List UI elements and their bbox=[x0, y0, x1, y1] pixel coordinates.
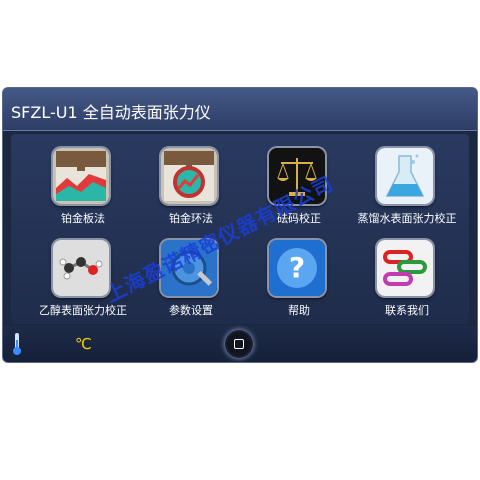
menu-item-label: 帮助 bbox=[288, 304, 310, 317]
menu-item-help[interactable]: ? 帮助 bbox=[257, 228, 341, 317]
platinum-plate-icon bbox=[53, 148, 109, 204]
app-title: SFZL-U1 全自动表面张力仪 bbox=[11, 103, 211, 122]
menu-item-platinum-plate[interactable]: 铂金板法 bbox=[41, 136, 125, 225]
menu-item-contact-us[interactable]: 联系我们 bbox=[365, 228, 449, 317]
molecule-icon bbox=[53, 240, 109, 296]
svg-text:?: ? bbox=[289, 251, 305, 284]
help-icon: ? bbox=[269, 240, 325, 296]
title-bar: SFZL-U1 全自动表面张力仪 bbox=[3, 88, 477, 131]
platinum-ring-icon bbox=[161, 148, 217, 204]
thermometer-icon bbox=[13, 333, 21, 355]
status-bar: ℃ bbox=[3, 326, 477, 362]
temperature-unit: ℃ bbox=[75, 335, 92, 353]
menu-item-label: 联系我们 bbox=[385, 304, 429, 317]
menu-item-label: 铂金板法 bbox=[61, 212, 105, 225]
menu-item-platinum-ring[interactable]: 铂金环法 bbox=[149, 136, 233, 225]
menu-item-label: 蒸馏水表面张力校正 bbox=[357, 212, 457, 225]
home-icon bbox=[234, 339, 244, 349]
menu-item-label: 乙醇表面张力校正 bbox=[39, 304, 127, 317]
menu-item-label: 参数设置 bbox=[169, 304, 213, 317]
contact-links-icon bbox=[377, 240, 433, 296]
home-button[interactable] bbox=[225, 330, 253, 358]
